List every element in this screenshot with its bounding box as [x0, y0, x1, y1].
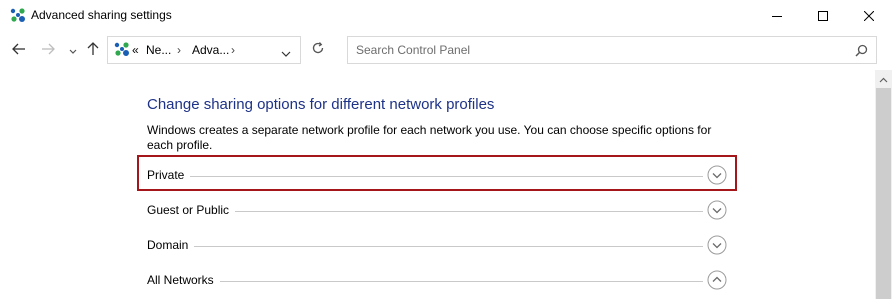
breadcrumb-separator-icon[interactable]: › [231, 43, 235, 57]
scroll-up-button[interactable] [875, 70, 892, 87]
arrow-left-icon [12, 42, 26, 60]
back-button[interactable] [9, 41, 29, 61]
minimize-button[interactable] [754, 0, 800, 32]
window-title: Advanced sharing settings [31, 8, 172, 22]
vertical-scrollbar[interactable] [875, 70, 892, 299]
profile-label[interactable]: All Networks [147, 273, 220, 287]
recent-locations-button[interactable] [63, 41, 83, 61]
profile-label[interactable]: Domain [147, 238, 195, 252]
page-description: Windows creates a separate network profi… [147, 123, 712, 152]
separator-line [191, 246, 703, 247]
profile-all-networks[interactable]: All Networks [147, 270, 727, 292]
breadcrumb-item[interactable]: Ne... [146, 43, 171, 57]
expand-chevron-down-icon[interactable] [707, 235, 727, 255]
breadcrumb-overflow[interactable]: « [132, 43, 139, 57]
breadcrumb-separator-icon[interactable]: › [177, 43, 181, 57]
separator-line [232, 211, 703, 212]
expand-chevron-down-icon[interactable] [707, 200, 727, 220]
title-bar: Advanced sharing settings [0, 0, 892, 32]
refresh-icon [311, 41, 325, 60]
separator-line [217, 281, 703, 282]
scrollbar-thumb[interactable] [876, 88, 891, 299]
network-icon [9, 8, 27, 24]
page-title: Change sharing options for different net… [147, 96, 495, 113]
search-input[interactable]: Search Control Panel [347, 36, 877, 64]
profile-domain[interactable]: Domain [147, 235, 727, 257]
breadcrumb-item[interactable]: Adva... [192, 43, 229, 57]
arrow-up-icon [87, 41, 99, 61]
collapse-chevron-up-icon[interactable] [707, 270, 727, 290]
highlight-box [137, 155, 737, 191]
chevron-down-icon[interactable] [281, 45, 291, 63]
profile-guest-or-public[interactable]: Guest or Public [147, 200, 727, 222]
network-icon [113, 42, 131, 58]
search-placeholder: Search Control Panel [356, 43, 471, 57]
forward-button[interactable] [38, 41, 58, 61]
chevron-up-icon [879, 70, 888, 88]
profile-label[interactable]: Guest or Public [147, 203, 236, 217]
address-bar[interactable]: « Ne... › Adva... › [107, 36, 301, 64]
maximize-button[interactable] [800, 0, 846, 32]
up-button[interactable] [83, 41, 103, 61]
search-icon[interactable] [855, 44, 868, 62]
close-button[interactable] [846, 0, 892, 32]
refresh-button[interactable] [304, 36, 332, 64]
chevron-down-icon [69, 42, 77, 60]
arrow-right-icon [41, 42, 55, 60]
